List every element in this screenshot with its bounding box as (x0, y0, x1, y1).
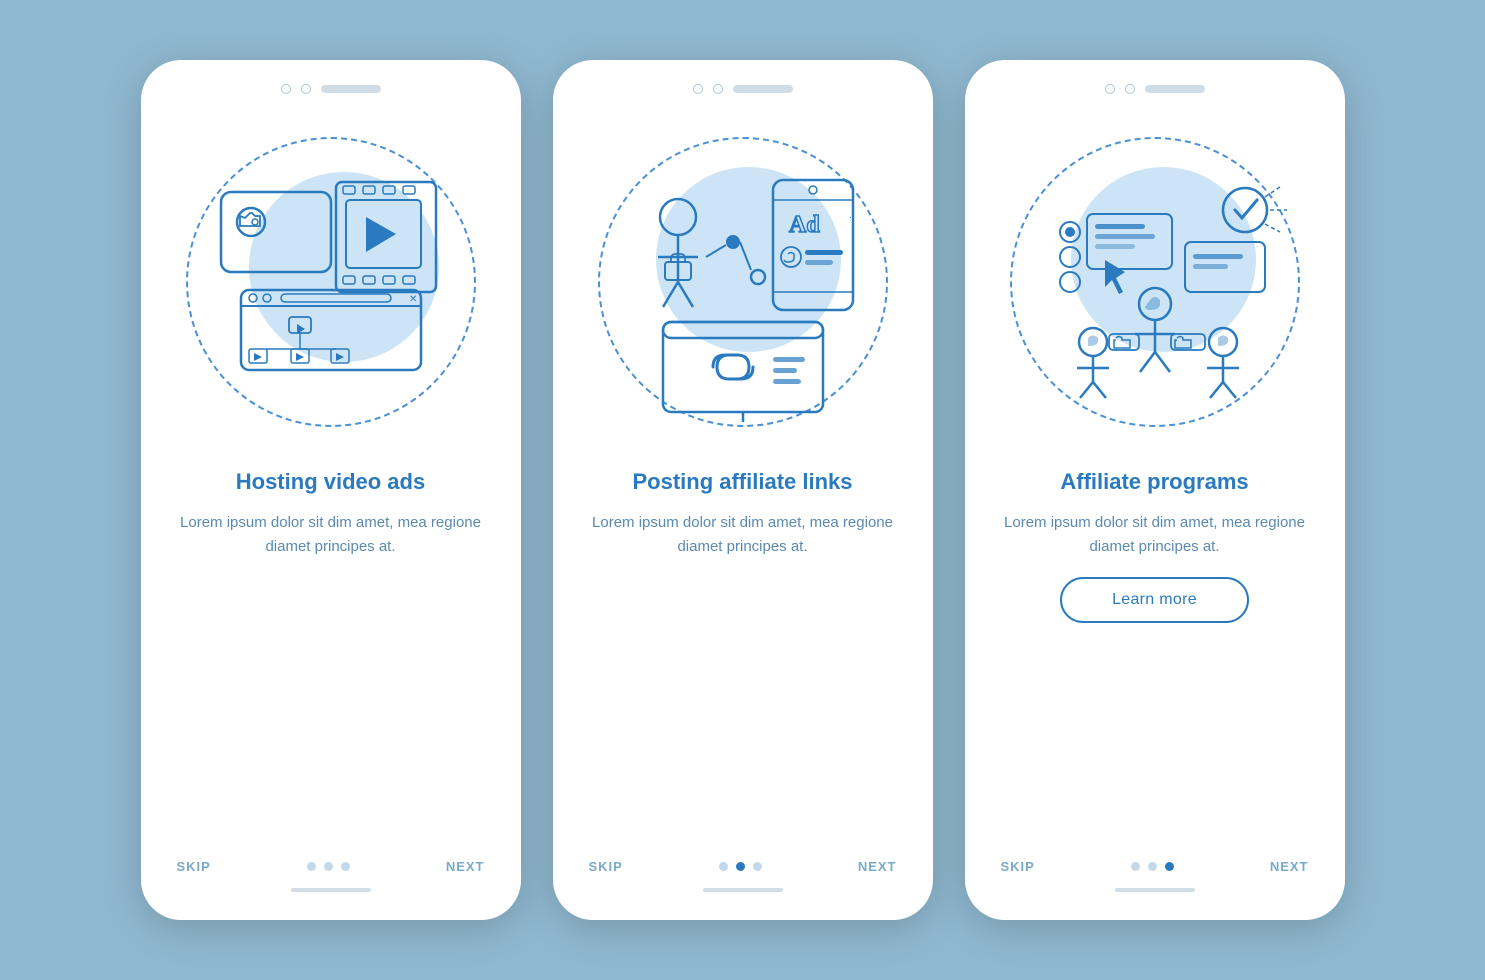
svg-text:✕: ✕ (409, 294, 417, 305)
svg-text:Ad: Ad (789, 212, 820, 238)
affiliate-programs-illustration (1015, 142, 1295, 422)
dot-1-3 (341, 862, 350, 871)
home-indicator-3 (1115, 888, 1195, 892)
learn-more-button[interactable]: Learn more (1060, 577, 1249, 623)
phone-top-bar-1 (169, 84, 493, 94)
home-indicator-2 (703, 888, 783, 892)
phone-screen-1: ✕ Hosting video ads Lorem ipsum dolor si… (141, 60, 521, 920)
screen-2-dots (719, 862, 762, 871)
dot-2-2 (736, 862, 745, 871)
phone-screen-3: Affiliate programs Lorem ipsum dolor sit… (965, 60, 1345, 920)
phone-camera-6 (1125, 84, 1135, 94)
affiliate-links-illustration: Ad . (603, 142, 883, 422)
screen-2-skip[interactable]: SKIP (589, 859, 623, 874)
screen-3-description: Lorem ipsum dolor sit dim amet, mea regi… (993, 511, 1317, 559)
dot-1-1 (307, 862, 316, 871)
screen-3-bottom-nav: SKIP NEXT (993, 859, 1317, 874)
svg-text:.: . (849, 210, 852, 221)
home-indicator-1 (291, 888, 371, 892)
screen-1-bottom-nav: SKIP NEXT (169, 859, 493, 874)
phone-camera-5 (1105, 84, 1115, 94)
screen-1-next[interactable]: NEXT (446, 859, 485, 874)
screen-2-description: Lorem ipsum dolor sit dim amet, mea regi… (581, 511, 905, 559)
screen-3-title: Affiliate programs (1060, 468, 1248, 497)
screen-1-description: Lorem ipsum dolor sit dim amet, mea regi… (169, 511, 493, 559)
phone-speaker-3 (1145, 85, 1205, 93)
video-ads-illustration: ✕ (191, 142, 471, 422)
phone-camera-3 (693, 84, 703, 94)
dot-2-1 (719, 862, 728, 871)
illustration-area-3 (993, 112, 1317, 452)
screen-1-skip[interactable]: SKIP (177, 859, 211, 874)
phone-speaker-2 (733, 85, 793, 93)
phone-top-bar-3 (993, 84, 1317, 94)
dot-3-1 (1131, 862, 1140, 871)
screen-3-next[interactable]: NEXT (1270, 859, 1309, 874)
illustration-area-1: ✕ (169, 112, 493, 452)
screen-1-title: Hosting video ads (236, 468, 425, 497)
phone-screen-2: Ad . Posting (553, 60, 933, 920)
screens-container: ✕ Hosting video ads Lorem ipsum dolor si… (141, 60, 1345, 920)
illustration-area-2: Ad . (581, 112, 905, 452)
screen-2-title: Posting affiliate links (632, 468, 852, 497)
dot-3-2 (1148, 862, 1157, 871)
phone-camera-2 (301, 84, 311, 94)
phone-camera-4 (713, 84, 723, 94)
screen-3-dots (1131, 862, 1174, 871)
screen-2-next[interactable]: NEXT (858, 859, 897, 874)
phone-camera-1 (281, 84, 291, 94)
screen-1-dots (307, 862, 350, 871)
dot-1-2 (324, 862, 333, 871)
screen-3-skip[interactable]: SKIP (1001, 859, 1035, 874)
phone-top-bar-2 (581, 84, 905, 94)
dot-2-3 (753, 862, 762, 871)
dot-3-3 (1165, 862, 1174, 871)
phone-speaker-1 (321, 85, 381, 93)
screen-2-bottom-nav: SKIP NEXT (581, 859, 905, 874)
